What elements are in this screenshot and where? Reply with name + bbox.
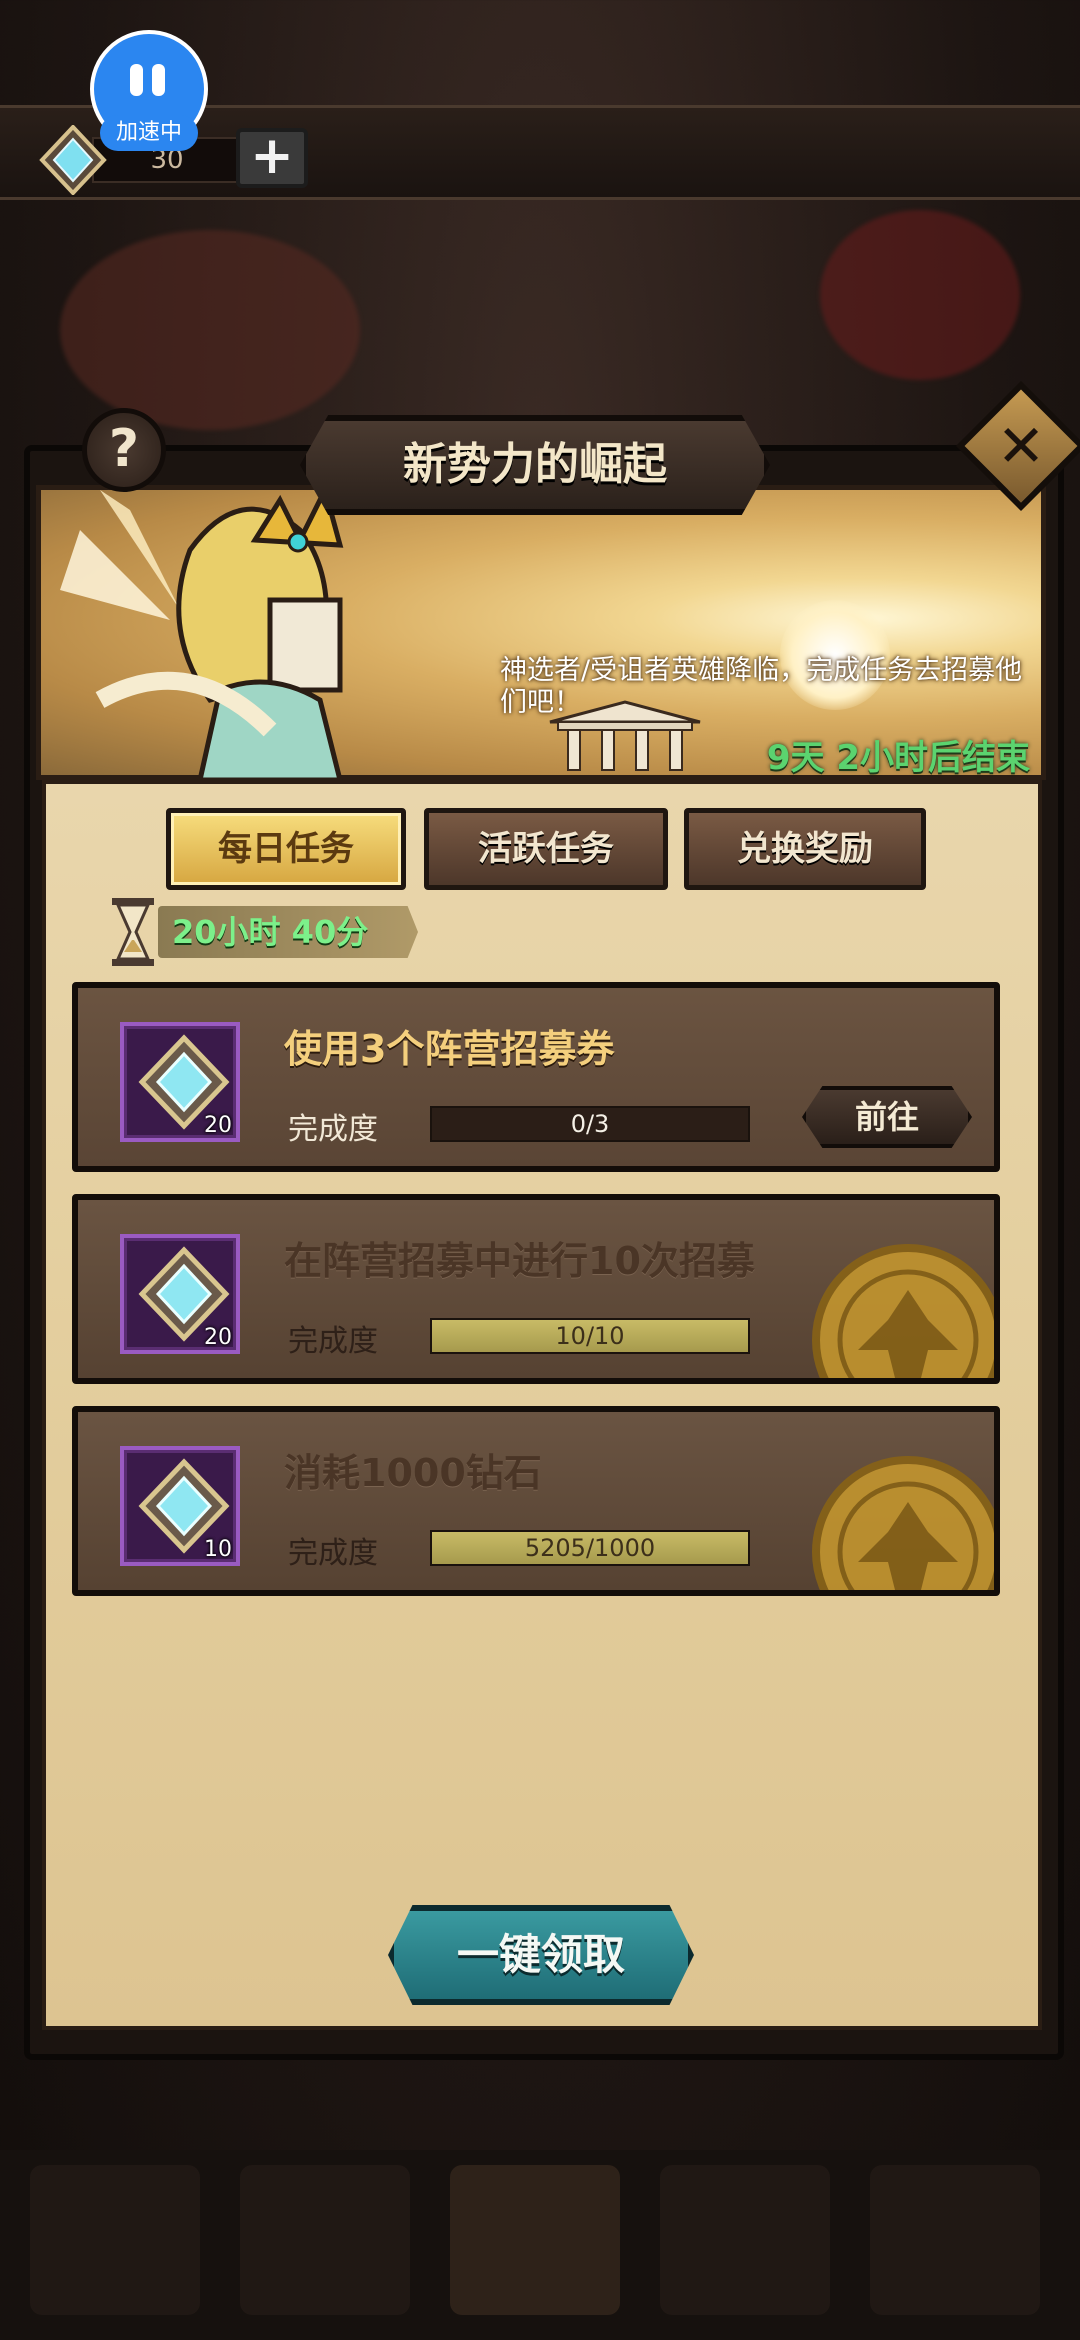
task-title: 使用3个阵营招募券	[284, 1027, 615, 1071]
nav-slot	[870, 2165, 1040, 2315]
reward-item[interactable]: 10	[120, 1446, 240, 1566]
go-button[interactable]: 前往	[802, 1086, 972, 1148]
progress-text: 10/10	[555, 1322, 625, 1350]
nav-slot	[660, 2165, 830, 2315]
task-card: 20 在阵营招募中进行10次招募 完成度 10/10	[72, 1194, 1000, 1384]
event-description: 神选者/受诅者英雄降临，完成任务去招募他们吧！	[500, 655, 1023, 718]
task-area	[42, 780, 1042, 2030]
progress-bar: 5205/1000	[430, 1530, 750, 1566]
claim-all-label[interactable]: 一键领取	[388, 1905, 694, 2005]
nav-slot	[30, 2165, 200, 2315]
close-icon[interactable]: ✕	[975, 400, 1067, 492]
task-title: 消耗1000钻石	[284, 1451, 542, 1495]
daily-countdown: 20小时 40分	[172, 913, 369, 951]
progress-label: 完成度	[288, 1536, 378, 1571]
reward-count: 10	[204, 1537, 232, 1562]
page-title: 新势力的崛起	[403, 439, 667, 490]
gem-icon	[39, 125, 107, 195]
reward-count: 20	[204, 1113, 232, 1138]
task-card: 10 消耗1000钻石 完成度 5205/1000	[72, 1406, 1000, 1596]
tab-exchange-rewards[interactable]: 兑换奖励	[684, 808, 926, 890]
progress-text: 5205/1000	[524, 1534, 656, 1562]
reward-item[interactable]: 20	[120, 1022, 240, 1142]
hourglass-icon	[112, 898, 154, 966]
tab-daily-tasks[interactable]: 每日任务	[166, 808, 406, 890]
reward-item[interactable]: 20	[120, 1234, 240, 1354]
progress-bar: 0/3	[430, 1106, 750, 1142]
hero-illustration	[60, 483, 344, 780]
speed-badge: 加速中	[100, 115, 198, 151]
completed-seal-icon	[812, 1456, 994, 1590]
background-art	[820, 210, 1020, 380]
progress-text: 0/3	[570, 1110, 610, 1138]
tab-active-tasks[interactable]: 活跃任务	[424, 808, 668, 890]
task-title: 在阵营招募中进行10次招募	[284, 1239, 755, 1283]
nav-slot	[450, 2165, 620, 2315]
reward-count: 20	[204, 1325, 232, 1350]
event-end-timer: 9天 2小时后结束	[766, 738, 1030, 778]
nav-slot	[240, 2165, 410, 2315]
help-button[interactable]: ?	[82, 408, 166, 492]
add-gem-button[interactable]: +	[236, 128, 308, 188]
progress-label: 完成度	[288, 1324, 378, 1359]
task-card: 20 使用3个阵营招募券 完成度 0/3 前往	[72, 982, 1000, 1172]
pause-icon	[128, 64, 172, 100]
completed-seal-icon	[812, 1244, 994, 1378]
background-art	[60, 230, 360, 430]
progress-label: 完成度	[288, 1112, 378, 1147]
progress-bar: 10/10	[430, 1318, 750, 1354]
